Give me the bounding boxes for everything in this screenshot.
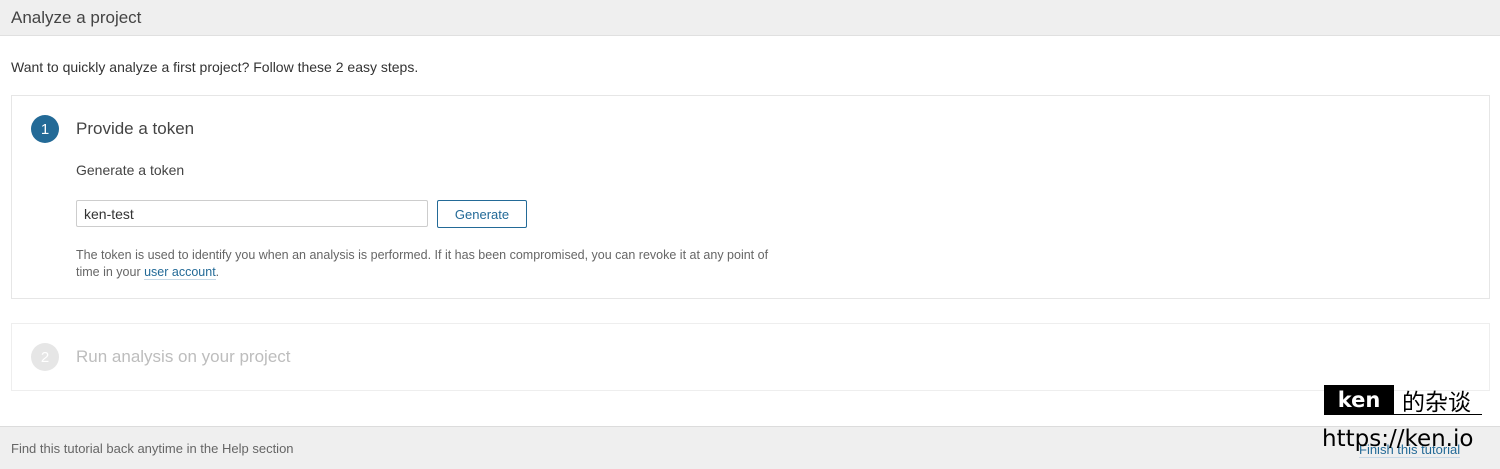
intro-text: Want to quickly analyze a first project?… (11, 59, 419, 75)
modal-footer: Find this tutorial back anytime in the H… (0, 426, 1500, 469)
token-name-input[interactable] (76, 200, 428, 227)
footer-help-text: Find this tutorial back anytime in the H… (11, 441, 294, 456)
help-text-after: . (215, 265, 220, 279)
step-provide-token: 1 Provide a token Generate a token Gener… (11, 95, 1490, 299)
watermark-url: https://ken.io (1322, 426, 1474, 452)
analyze-project-modal: Analyze a project Want to quickly analyz… (0, 0, 1500, 469)
step-title: Provide a token (76, 119, 195, 138)
step-run-analysis: 2 Run analysis on your project (11, 323, 1490, 391)
modal-title: Analyze a project (11, 7, 142, 27)
token-help-text: The token is used to identify you when a… (76, 247, 776, 281)
modal-header: Analyze a project (0, 0, 1500, 36)
generate-button[interactable]: Generate (437, 200, 527, 228)
watermark-title: 的杂谈 (1402, 390, 1471, 416)
step-number-badge: 1 (31, 115, 59, 143)
watermark: ken 的杂谈 https://ken.io (1322, 383, 1484, 463)
generate-token-heading: Generate a token (76, 162, 185, 178)
watermark-divider (1324, 414, 1482, 415)
step-title: Run analysis on your project (76, 347, 291, 366)
watermark-badge: ken (1324, 385, 1394, 414)
user-account-link[interactable]: user account (144, 265, 216, 280)
step-number-badge: 2 (31, 343, 59, 371)
